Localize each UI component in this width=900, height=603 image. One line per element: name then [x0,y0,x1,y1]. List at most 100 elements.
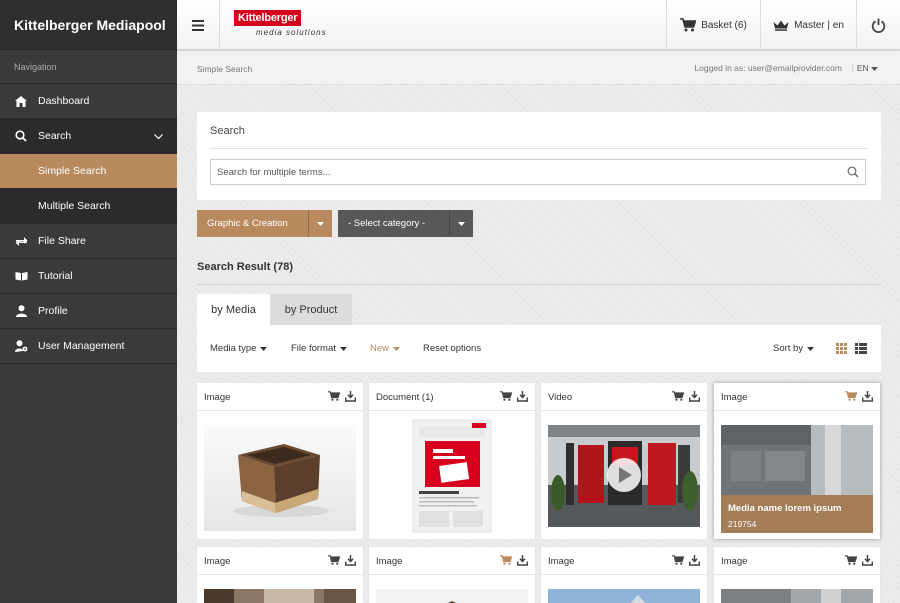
power-icon [871,18,886,33]
media-info-overlay: Media name lorem ipsum 219754 [721,495,873,533]
download-icon[interactable] [517,555,528,569]
filter-bar: Media type File format New Reset options… [197,325,881,372]
media-card[interactable]: Image [369,547,535,603]
media-id: 219754 [728,519,757,529]
media-card[interactable]: Image [541,547,707,603]
logout-button[interactable] [856,0,900,50]
card-type-label: Image [721,556,748,567]
tab-by-product[interactable]: by Product [270,294,352,325]
cart-icon[interactable] [328,555,341,568]
search-panel: Search [197,112,881,200]
language-select[interactable]: EN [857,63,878,73]
sort-by-dropdown[interactable]: Sort by [773,343,815,354]
breadcrumb-bar: Simple Search Logged in as: user@emailpr… [177,51,900,85]
sidebar-item-label: Simple Search [38,165,107,177]
logo-tagline: media solutions [256,28,327,37]
search-icon [14,129,28,143]
media-thumbnail[interactable] [721,589,873,603]
cart-icon[interactable] [672,391,685,404]
sidebar-item-profile[interactable]: Profile [0,294,177,329]
logo-wordmark: Kittelberger [234,10,302,26]
download-icon[interactable] [862,555,873,569]
media-thumbnail[interactable] [548,425,700,527]
cart-icon[interactable] [672,555,685,568]
card-header: Image [714,547,880,575]
brand-logo[interactable]: Kittelberger media solutions [234,10,327,37]
media-card[interactable]: Image [197,383,363,539]
breadcrumb[interactable]: Simple Search [197,64,252,74]
filter-label: New [370,343,390,354]
tab-by-media[interactable]: by Media [197,294,270,325]
cart-icon[interactable] [845,391,858,404]
sidebar: Kittelberger Mediapool Navigation Dashbo… [0,0,177,603]
caret-down-icon [308,210,332,237]
download-icon[interactable] [517,391,528,405]
sidebar-item-file-share[interactable]: File Share [0,224,177,259]
sidebar-item-multiple-search[interactable]: Multiple Search [0,189,177,224]
media-card[interactable]: Image [197,547,363,603]
category-group-dropdown[interactable]: Graphic & Creation [197,210,332,237]
card-header: Image [369,547,535,575]
card-type-label: Image [376,556,403,567]
sidebar-item-tutorial[interactable]: Tutorial [0,259,177,294]
search-input[interactable] [210,159,866,185]
basket-button[interactable]: Basket (6) [666,0,760,50]
list-view-icon[interactable] [855,343,867,354]
download-icon[interactable] [862,391,873,405]
download-icon[interactable] [345,391,356,405]
sidebar-item-simple-search[interactable]: Simple Search [0,154,177,189]
category-select-dropdown[interactable]: - Select category - [338,210,473,237]
media-name: Media name lorem ipsum [728,503,842,514]
file-format-filter[interactable]: File format [291,343,347,354]
caret-down-icon [871,67,878,71]
download-icon[interactable] [345,555,356,569]
card-type-label: Image [548,556,575,567]
media-card[interactable]: Document (1) [369,383,535,539]
download-icon[interactable] [689,391,700,405]
new-filter[interactable]: New [370,343,401,354]
cart-icon[interactable] [500,391,513,404]
media-thumbnail[interactable] [376,589,528,603]
media-thumbnail[interactable] [548,589,700,603]
caret-down-icon [449,210,473,237]
media-thumbnail[interactable] [204,425,356,531]
cart-icon [680,18,697,32]
media-thumbnail[interactable] [376,419,528,533]
caret-down-icon [807,346,815,351]
filter-label: Sort by [773,343,804,354]
crown-icon [773,20,789,31]
search-icon[interactable] [847,166,859,181]
download-icon[interactable] [689,555,700,569]
cart-icon[interactable] [500,555,513,568]
media-thumbnail[interactable]: Media name lorem ipsum 219754 [721,425,873,533]
home-icon [14,94,28,108]
sidebar-item-dashboard[interactable]: Dashboard [0,84,177,119]
card-header: Image [197,383,363,411]
card-header: Image [714,383,880,411]
card-type-label: Image [204,556,231,567]
user-icon [14,304,28,318]
cart-icon[interactable] [328,391,341,404]
card-header: Image [541,547,707,575]
divider [197,284,881,285]
share-icon [14,234,28,248]
media-thumbnail[interactable] [204,589,356,603]
sidebar-item-search[interactable]: Search [0,119,177,154]
basket-label: Basket (6) [701,19,747,31]
reset-options-link[interactable]: Reset options [423,343,481,354]
dropdown-label: - Select category - [348,218,426,229]
search-result-title: Search Result (78) [197,261,293,273]
sidebar-item-label: Dashboard [38,95,90,107]
card-header: Document (1) [369,383,535,411]
account-button[interactable]: Master | en [760,0,856,50]
menu-toggle-button[interactable] [177,0,220,50]
view-toggle [836,343,867,354]
sidebar-item-user-management[interactable]: User Management [0,329,177,364]
media-type-filter[interactable]: Media type [210,343,268,354]
cart-icon[interactable] [845,555,858,568]
grid-view-icon[interactable] [836,343,847,354]
media-card[interactable]: Video [541,383,707,539]
media-card[interactable]: Image Media name lorem ipsum 219754 [714,383,880,539]
search-title: Search [210,125,245,137]
media-card[interactable]: Image [714,547,880,603]
